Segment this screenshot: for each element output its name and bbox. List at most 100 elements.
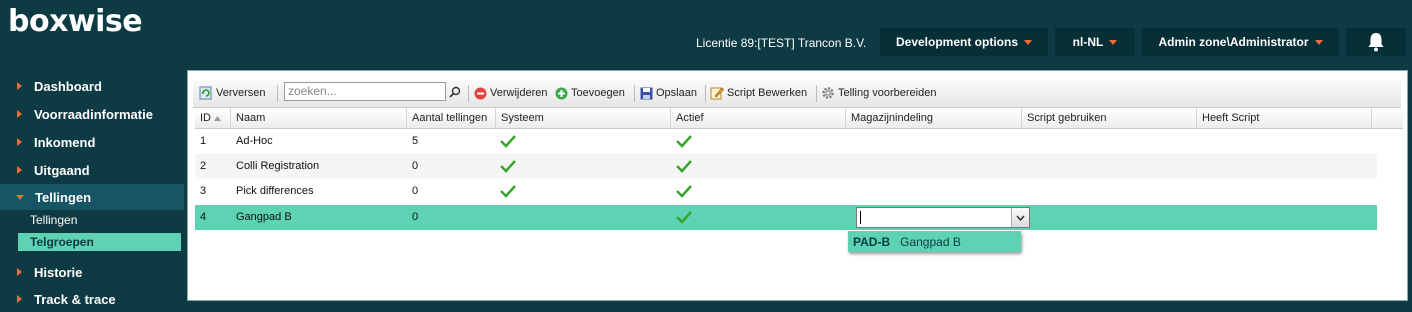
magazijnindeling-combobox[interactable] [856, 207, 1030, 228]
bell-icon [1368, 33, 1384, 52]
refresh-label: Verversen [216, 87, 266, 99]
chevron-down-icon [1109, 39, 1118, 45]
sidebar: Dashboard Voorraadinformatie Inkomend Ui… [0, 70, 184, 307]
search-button[interactable] [447, 82, 463, 101]
column-header-naam[interactable]: Naam [231, 108, 407, 128]
chevron-right-icon [17, 110, 22, 118]
sort-asc-icon [214, 115, 222, 121]
sidebar-item-label: Uitgaand [34, 162, 90, 178]
add-label: Toevoegen [571, 87, 625, 99]
checkmark-icon [676, 211, 692, 224]
save-label: Opslaan [656, 87, 697, 99]
sidebar-item-label: Track & trace [34, 291, 116, 307]
sidebar-subitem-tellingen[interactable]: Tellingen [0, 210, 184, 230]
column-label: Aantal tellingen [412, 112, 488, 124]
notifications-button[interactable] [1346, 28, 1406, 56]
table-row[interactable]: 3 Pick differences 0 [195, 179, 1377, 204]
sidebar-item-dashboard[interactable]: Dashboard [0, 73, 184, 99]
column-header-actief[interactable]: Actief [671, 108, 846, 128]
column-header-aantal-tellingen[interactable]: Aantal tellingen [407, 108, 496, 128]
column-header-id[interactable]: ID [195, 108, 231, 128]
checkmark-icon [500, 160, 516, 173]
delete-button[interactable]: Verwijderen [473, 85, 547, 101]
sidebar-item-label: Inkomend [34, 134, 96, 150]
sidebar-item-inkomend[interactable]: Inkomend [0, 129, 184, 155]
toolbar-divider [468, 85, 469, 102]
add-button[interactable]: Toevoegen [554, 85, 625, 101]
sidebar-subitem-telgroepen[interactable]: Telgroepen [0, 232, 184, 252]
prepare-count-label: Telling voorbereiden [838, 87, 937, 99]
toolbar-divider [277, 85, 278, 102]
toolbar-divider [816, 85, 817, 102]
toolbar-divider [634, 85, 635, 102]
language-menu[interactable]: nl-NL [1055, 28, 1135, 56]
license-label: Licentie 89:[TEST] Trancon B.V. [696, 36, 867, 50]
cell-aantal: 5 [412, 135, 419, 147]
cell-id: 2 [200, 160, 207, 172]
combobox-option-pad-b[interactable]: PAD-B Gangpad B [848, 231, 1021, 252]
column-label: Magazijnindeling [851, 112, 933, 124]
edit-script-button[interactable]: Script Bewerken [710, 85, 807, 101]
column-label: Actief [676, 112, 704, 124]
sidebar-subitem-label: Telgroepen [18, 233, 181, 251]
column-label: Systeem [501, 112, 544, 124]
sidebar-item-track-trace[interactable]: Track & trace [0, 286, 184, 312]
checkmark-icon [500, 135, 516, 148]
cell-naam: Colli Registration [236, 160, 320, 172]
checkmark-icon [676, 135, 692, 148]
save-button[interactable]: Opslaan [639, 85, 697, 101]
delete-label: Verwijderen [490, 87, 548, 99]
sidebar-item-tellingen[interactable]: Tellingen [0, 184, 184, 210]
content-panel: Verversen zoeken... Verwijderen Toevoege… [187, 70, 1408, 301]
sidebar-item-label: Tellingen [35, 189, 92, 205]
sidebar-item-uitgaand[interactable]: Uitgaand [0, 157, 184, 183]
chevron-down-icon [1314, 39, 1323, 45]
sidebar-subitem-label: Tellingen [30, 213, 78, 227]
development-options-label: Development options [895, 35, 1018, 49]
column-header-systeem[interactable]: Systeem [496, 108, 671, 128]
column-label: Heeft Script [1202, 112, 1260, 124]
cell-id: 1 [200, 135, 207, 147]
chevron-right-icon [17, 295, 22, 303]
top-bar: boxwise Licentie 89:[TEST] Trancon B.V. … [0, 0, 1412, 62]
cell-aantal: 0 [412, 160, 419, 172]
sidebar-item-historie[interactable]: Historie [0, 259, 184, 285]
column-label: Naam [236, 112, 266, 124]
cell-id: 4 [200, 211, 207, 223]
table-row-selected[interactable]: 4 Gangpad B 0 [195, 205, 1377, 230]
column-label: ID [200, 112, 211, 124]
search-icon [449, 86, 461, 98]
column-header-script-gebruiken[interactable]: Script gebruiken [1022, 108, 1197, 128]
save-icon [639, 86, 653, 100]
option-name: Gangpad B [900, 234, 961, 249]
table-row[interactable]: 1 Ad-Hoc 5 [195, 129, 1377, 154]
prepare-count-button[interactable]: Telling voorbereiden [821, 85, 936, 101]
refresh-button[interactable]: Verversen [199, 85, 266, 101]
refresh-icon [199, 86, 213, 100]
user-menu[interactable]: Admin zone\Administrator [1142, 28, 1339, 56]
add-icon [554, 86, 568, 100]
grid-header: ID Naam Aantal tellingen Systeem Actief … [195, 108, 1403, 129]
development-options-menu[interactable]: Development options [880, 28, 1048, 56]
chevron-right-icon [17, 268, 22, 276]
cell-naam: Pick differences [236, 185, 314, 197]
chevron-down-icon [1016, 215, 1025, 221]
toolbar: Verversen zoeken... Verwijderen Toevoege… [193, 80, 1401, 108]
chevron-down-icon [16, 194, 24, 200]
column-header-magazijnindeling[interactable]: Magazijnindeling [846, 108, 1022, 128]
text-cursor [860, 211, 861, 224]
edit-script-icon [710, 86, 724, 100]
cell-id: 3 [200, 185, 207, 197]
cell-naam: Ad-Hoc [236, 135, 273, 147]
sidebar-item-voorraadinformatie[interactable]: Voorraadinformatie [0, 101, 184, 127]
search-input[interactable]: zoeken... [284, 82, 446, 101]
cell-aantal: 0 [412, 211, 419, 223]
delete-icon [473, 86, 487, 100]
combobox-toggle-button[interactable] [1011, 208, 1029, 227]
checkmark-icon [500, 185, 516, 198]
logo[interactable]: boxwise [8, 4, 143, 39]
table-row[interactable]: 2 Colli Registration 0 [195, 154, 1377, 179]
chevron-right-icon [17, 138, 22, 146]
column-header-heeft-script[interactable]: Heeft Script [1197, 108, 1372, 128]
checkmark-icon [676, 185, 692, 198]
